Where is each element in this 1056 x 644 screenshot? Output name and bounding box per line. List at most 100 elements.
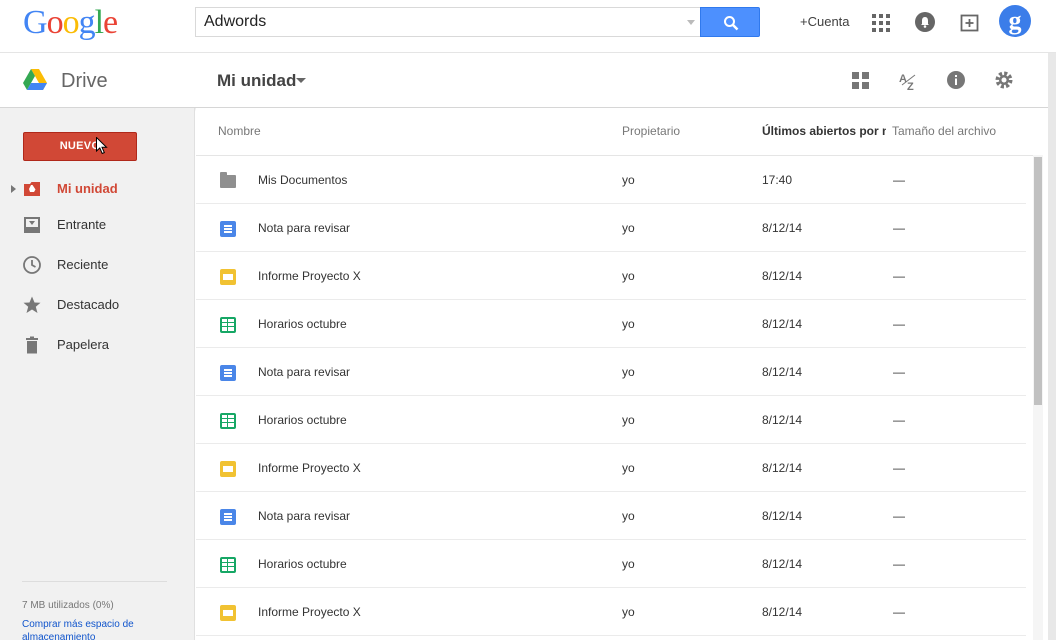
account-avatar[interactable]: g	[999, 5, 1031, 37]
file-size: —	[893, 269, 905, 283]
file-size: —	[893, 605, 905, 619]
scrollbar-thumb[interactable]	[1034, 157, 1042, 405]
table-row[interactable]: Mis Documentos yo 17:40 —	[196, 156, 1026, 204]
sort-az-icon[interactable]: A Z	[898, 70, 920, 92]
file-last-opened: 17:40	[762, 173, 793, 187]
svg-text:A: A	[899, 73, 907, 85]
sidebar-item-label: Reciente	[57, 257, 109, 272]
file-name: Mis Documentos	[258, 173, 348, 187]
file-size: —	[893, 221, 905, 235]
sidebar-item-incoming[interactable]: Entrante	[0, 210, 195, 240]
google-doc-icon	[220, 221, 236, 237]
add-account-link[interactable]: +Cuenta	[800, 14, 850, 29]
file-owner: yo	[622, 557, 635, 571]
sidebar-item-my-drive[interactable]: Mi unidad	[0, 174, 195, 204]
sidebar: NUEVO Mi unidad Entrante Reciente Destac…	[0, 108, 195, 643]
expand-arrow-icon[interactable]	[11, 185, 16, 193]
file-owner: yo	[622, 221, 635, 235]
google-doc-icon	[220, 509, 236, 525]
file-owner: yo	[622, 173, 635, 187]
table-row[interactable]: Horarios octubre yo 8/12/14 —	[196, 300, 1026, 348]
sidebar-item-label: Papelera	[57, 337, 110, 352]
svg-text:Z: Z	[907, 81, 914, 92]
sidebar-item-label: Mi unidad	[57, 181, 118, 196]
file-owner: yo	[622, 461, 635, 475]
settings-gear-icon[interactable]	[994, 70, 1016, 92]
table-row[interactable]: Horarios octubre yo 8/12/14 —	[196, 540, 1026, 588]
top-bar: Google +Cuenta g	[0, 0, 1056, 53]
file-last-opened: 8/12/14	[762, 605, 803, 619]
google-slides-icon	[220, 461, 236, 477]
column-header-name[interactable]: Nombre	[218, 124, 261, 138]
sidebar-item-starred[interactable]: Destacado	[0, 290, 195, 320]
table-row[interactable]: Horarios octubre yo 8/12/14 —	[196, 396, 1026, 444]
table-row[interactable]: Nota para revisar yo 8/12/14 —	[196, 204, 1026, 252]
file-size: —	[893, 509, 905, 523]
column-header-size[interactable]: Tamaño del archivo	[892, 124, 996, 138]
logo-letter: G	[23, 4, 48, 41]
sidebar-item-recent[interactable]: Reciente	[0, 250, 195, 280]
file-name: Informe Proyecto X	[258, 605, 361, 619]
file-owner: yo	[622, 317, 635, 331]
notifications-bell-icon[interactable]	[915, 12, 935, 32]
trash-icon	[26, 336, 38, 354]
file-name: Informe Proyecto X	[258, 269, 361, 283]
table-row[interactable]: Nota para revisar yo 8/12/14 —	[196, 348, 1026, 396]
info-icon[interactable]	[946, 70, 968, 92]
window-edge	[1048, 53, 1056, 640]
share-plus-icon[interactable]	[960, 12, 980, 32]
folder-title[interactable]: Mi unidad	[217, 71, 296, 91]
file-owner: yo	[622, 509, 635, 523]
file-name: Horarios octubre	[258, 317, 347, 331]
new-button[interactable]: NUEVO	[23, 132, 137, 161]
table-row[interactable]: Nota para revisar yo 8/12/14 —	[196, 492, 1026, 540]
logo-letter: l	[94, 4, 105, 41]
file-owner: yo	[622, 605, 635, 619]
folder-menu-chevron-down-icon[interactable]	[296, 78, 306, 83]
logo-letter: o	[46, 4, 64, 41]
table-row[interactable]: Informe Proyecto X yo 8/12/14 —	[196, 588, 1026, 636]
star-icon	[23, 296, 41, 313]
drive-logo-icon[interactable]	[23, 69, 47, 90]
incoming-icon	[24, 217, 40, 233]
file-size: —	[893, 461, 905, 475]
file-owner: yo	[622, 269, 635, 283]
search-dropdown-icon[interactable]	[687, 20, 695, 25]
file-size: —	[893, 413, 905, 427]
google-slides-icon	[220, 269, 236, 285]
column-header-owner[interactable]: Propietario	[622, 124, 680, 138]
column-header-last-opened[interactable]: Últimos abiertos por mí	[762, 124, 886, 138]
file-owner: yo	[622, 413, 635, 427]
mouse-cursor-icon	[96, 137, 108, 155]
file-name: Horarios octubre	[258, 413, 347, 427]
search-input[interactable]	[204, 11, 674, 33]
search-button[interactable]	[700, 7, 760, 37]
file-last-opened: 8/12/14	[762, 221, 803, 235]
file-size: —	[893, 317, 905, 331]
google-sheet-icon	[220, 413, 236, 429]
file-last-opened: 8/12/14	[762, 365, 803, 379]
search-box[interactable]	[195, 7, 701, 37]
file-last-opened: 8/12/14	[762, 509, 803, 523]
buy-storage-link[interactable]: Comprar más espacio de almacenamiento	[22, 618, 172, 644]
grid-view-icon[interactable]	[850, 70, 872, 92]
file-size: —	[893, 557, 905, 571]
file-size: —	[893, 365, 905, 379]
apps-grid-icon[interactable]	[872, 14, 890, 32]
file-last-opened: 8/12/14	[762, 413, 803, 427]
search-icon	[724, 16, 739, 31]
sidebar-item-trash[interactable]: Papelera	[0, 330, 195, 360]
file-last-opened: 8/12/14	[762, 317, 803, 331]
table-row[interactable]: Informe Proyecto X yo 8/12/14 —	[196, 444, 1026, 492]
google-logo[interactable]: Google	[23, 4, 118, 42]
drive-toolbar: Drive Mi unidad A Z	[0, 53, 1048, 108]
my-drive-icon	[24, 182, 40, 196]
file-last-opened: 8/12/14	[762, 557, 803, 571]
google-sheet-icon	[220, 557, 236, 573]
logo-letter: e	[103, 4, 118, 41]
table-row[interactable]: Informe Proyecto X yo 8/12/14 —	[196, 252, 1026, 300]
storage-usage-text: 7 MB utilizados (0%)	[22, 600, 114, 611]
file-name: Nota para revisar	[258, 221, 351, 235]
folder-icon	[220, 172, 236, 188]
app-title[interactable]: Drive	[61, 70, 108, 93]
